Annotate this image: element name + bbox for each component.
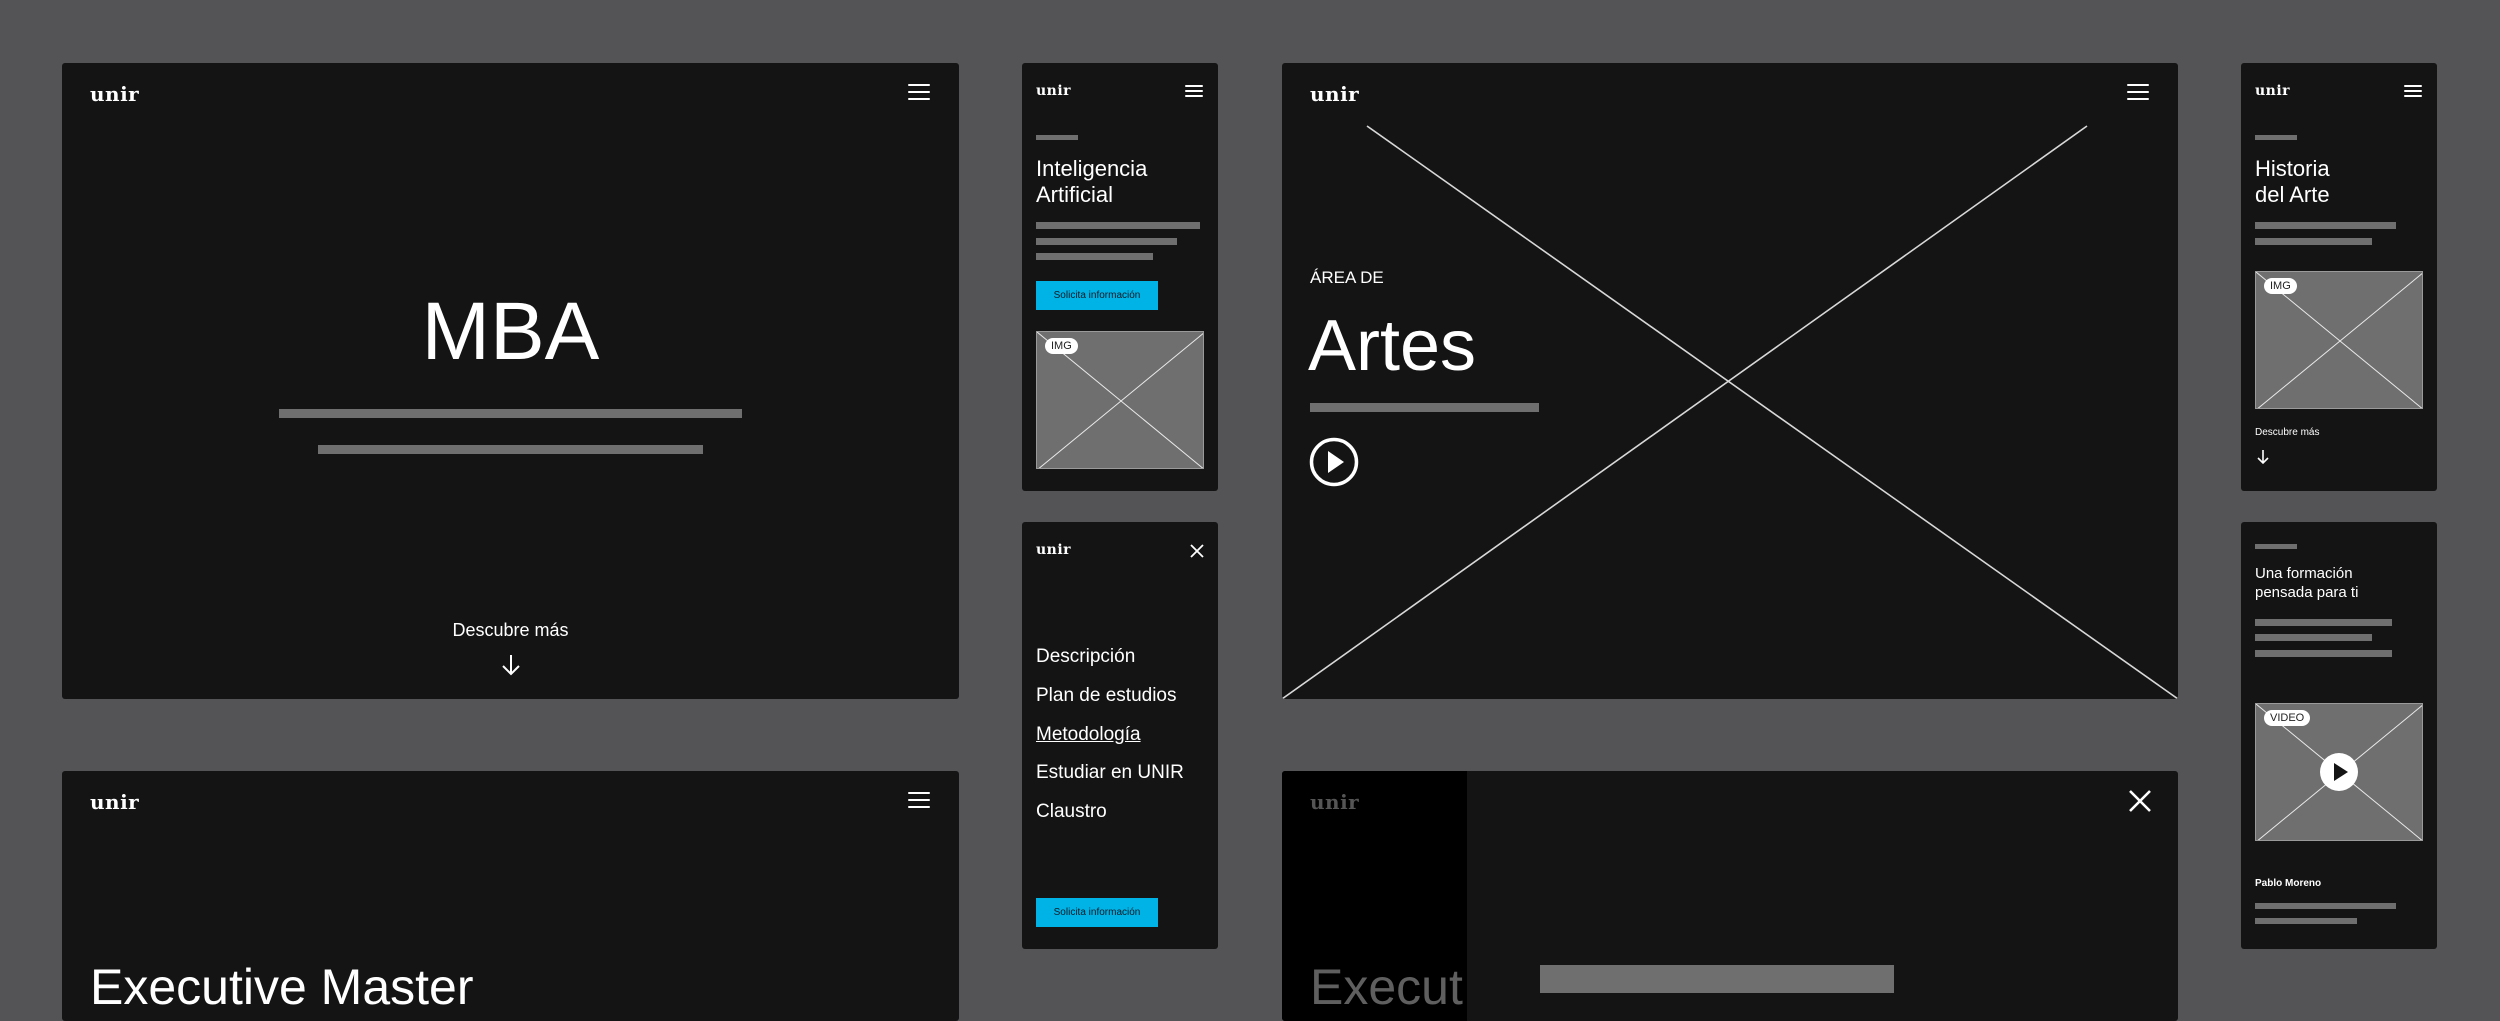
close-icon[interactable] bbox=[2128, 789, 2152, 813]
hamburger-menu-icon[interactable] bbox=[908, 84, 930, 100]
hamburger-menu-icon[interactable] bbox=[2404, 85, 2422, 97]
historia-mobile-frame: unir Historia del Arte IMG Descubre más bbox=[2241, 63, 2437, 491]
request-info-button[interactable]: Solicita información bbox=[1036, 898, 1158, 927]
unir-logo[interactable]: unir bbox=[90, 84, 139, 104]
hamburger-menu-icon[interactable] bbox=[1185, 85, 1203, 97]
unir-logo[interactable]: unir bbox=[2255, 84, 2290, 98]
image-tag: IMG bbox=[2264, 278, 2297, 294]
image-placeholder: IMG bbox=[1036, 331, 1204, 469]
text-placeholder-line bbox=[2255, 222, 2396, 229]
page-title-line: del Arte bbox=[2255, 182, 2330, 207]
subtitle-placeholder-line bbox=[1310, 403, 1539, 412]
menu-item-claustro[interactable]: Claustro bbox=[1036, 801, 1107, 824]
close-icon[interactable] bbox=[1190, 544, 1204, 558]
kicker-placeholder-line bbox=[2255, 544, 2297, 549]
text-placeholder-line bbox=[2255, 634, 2372, 641]
menu-mobile-frame: unir Descripción Plan de estudios Metodo… bbox=[1022, 522, 1218, 949]
scroll-label[interactable]: Descubre más bbox=[2255, 427, 2319, 439]
page-title: Executive Master bbox=[90, 959, 474, 1015]
ia-mobile-frame: unir Inteligencia Artificial Solicita in… bbox=[1022, 63, 1218, 491]
hamburger-menu-icon[interactable] bbox=[908, 792, 930, 808]
page-title: Artes bbox=[1308, 306, 1477, 386]
image-placeholder: IMG bbox=[2255, 271, 2423, 409]
page-title-line: Inteligencia bbox=[1036, 156, 1148, 181]
play-icon[interactable] bbox=[1309, 437, 1359, 487]
request-info-button[interactable]: Solicita información bbox=[1036, 281, 1158, 310]
scroll-label[interactable]: Descubre más bbox=[62, 620, 959, 642]
section-title-line: pensada para ti bbox=[2255, 584, 2359, 601]
image-tag: IMG bbox=[1045, 338, 1078, 354]
text-placeholder-line bbox=[1036, 222, 1200, 229]
menu-item-plan-de-estudios[interactable]: Plan de estudios bbox=[1036, 685, 1177, 708]
text-placeholder-line bbox=[1036, 238, 1177, 245]
video-tag: VIDEO bbox=[2264, 710, 2311, 726]
text-placeholder-line bbox=[2255, 238, 2372, 245]
unir-logo[interactable]: unir bbox=[1310, 792, 1359, 812]
menu-item-metodologia[interactable]: Metodología bbox=[1036, 724, 1141, 747]
hamburger-menu-icon[interactable] bbox=[2127, 84, 2149, 100]
formacion-mobile-frame: Una formación pensada para ti VIDEO Pabl… bbox=[2241, 522, 2437, 949]
arrow-down-icon[interactable] bbox=[501, 654, 521, 676]
area-kicker: ÁREA DE bbox=[1310, 268, 1384, 287]
page-title-line: Artificial bbox=[1036, 182, 1114, 207]
page-title-line: Historia bbox=[2255, 156, 2330, 181]
artes-desktop-frame: unir ÁREA DE Artes bbox=[1282, 63, 2178, 699]
text-placeholder-line bbox=[2255, 918, 2357, 924]
page-title: MBA bbox=[421, 286, 600, 377]
play-button-icon[interactable] bbox=[2319, 752, 2359, 792]
text-placeholder-line bbox=[2255, 619, 2392, 626]
menu-item-estudiar-en-unir[interactable]: Estudiar en UNIR bbox=[1036, 762, 1184, 785]
unir-logo[interactable]: unir bbox=[90, 792, 139, 812]
unir-logo[interactable]: unir bbox=[1036, 543, 1071, 557]
text-placeholder-line bbox=[2255, 903, 2396, 909]
kicker-placeholder-line bbox=[1036, 135, 1078, 140]
mba-desktop-frame: unir MBA Descubre más bbox=[62, 63, 959, 699]
subtitle-placeholder-line bbox=[318, 445, 703, 454]
menu-item-placeholder bbox=[1540, 965, 1894, 993]
text-placeholder-line bbox=[1036, 253, 1153, 260]
page-title-fragment: Execut bbox=[1310, 959, 1463, 1015]
text-placeholder-line bbox=[2255, 650, 2392, 657]
unir-logo[interactable]: unir bbox=[1310, 84, 1359, 104]
arrow-down-icon[interactable] bbox=[2256, 449, 2270, 465]
author-name: Pablo Moreno bbox=[2255, 878, 2322, 889]
kicker-placeholder-line bbox=[2255, 135, 2297, 140]
unir-logo[interactable]: unir bbox=[1036, 84, 1071, 98]
menu-item-descripcion[interactable]: Descripción bbox=[1036, 646, 1135, 669]
subtitle-placeholder-line bbox=[279, 409, 742, 418]
executive-menu-desktop-frame: unir Execut bbox=[1282, 771, 2178, 1021]
executive-desktop-frame: unir Executive Master bbox=[62, 771, 959, 1021]
section-title-line: Una formación bbox=[2255, 565, 2353, 582]
video-placeholder: VIDEO bbox=[2255, 703, 2423, 841]
